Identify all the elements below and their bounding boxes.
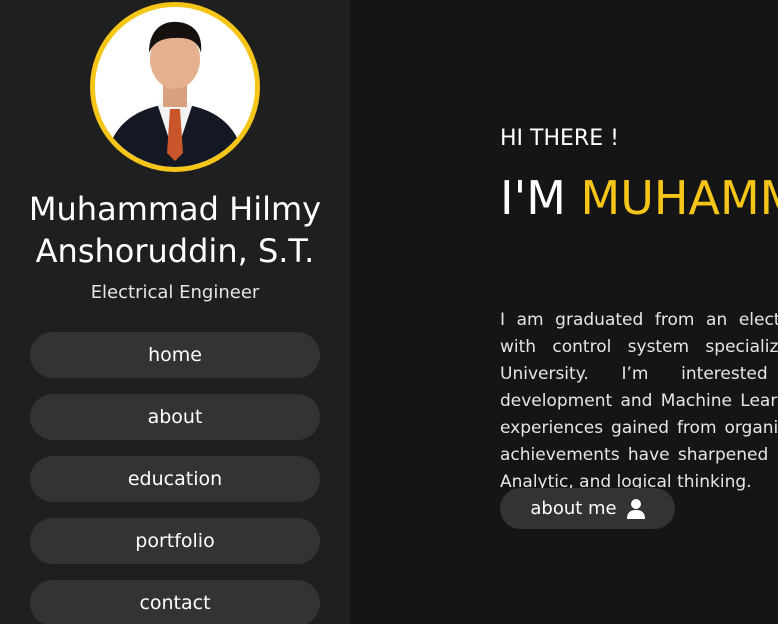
about-me-button[interactable]: about me	[500, 488, 675, 529]
nav-home-button[interactable]: home	[30, 332, 320, 378]
headline-prefix: I'M	[500, 171, 566, 225]
headline: I'M MUHAMMAD HILMY ANSHORUDDIN	[500, 163, 778, 233]
profile-photo	[95, 7, 255, 167]
headline-name: MUHAMMAD HILMY ANSHORUDDIN	[580, 171, 778, 225]
profile-role: Electrical Engineer	[90, 282, 260, 303]
profile-name: Muhammad Hilmy Anshoruddin, S.T.	[28, 190, 322, 270]
greeting: HI THERE !	[500, 126, 619, 151]
about-me-label: about me	[530, 498, 617, 519]
user-icon	[626, 498, 645, 519]
nav-contact-button[interactable]: contact	[30, 580, 320, 624]
avatar	[90, 2, 260, 172]
nav-education-button[interactable]: education	[30, 456, 320, 502]
page: Muhammad Hilmy Anshoruddin, S.T. Electri…	[0, 0, 778, 624]
bio-text: I am graduated from an electrical engine…	[500, 310, 778, 492]
sidebar: Muhammad Hilmy Anshoruddin, S.T. Electri…	[0, 0, 350, 624]
nav-about-button[interactable]: about	[30, 394, 320, 440]
nav-portfolio-button[interactable]: portfolio	[30, 518, 320, 564]
main-content: HI THERE ! I'M MUHAMMAD HILMY ANSHORUDDI…	[350, 0, 778, 624]
